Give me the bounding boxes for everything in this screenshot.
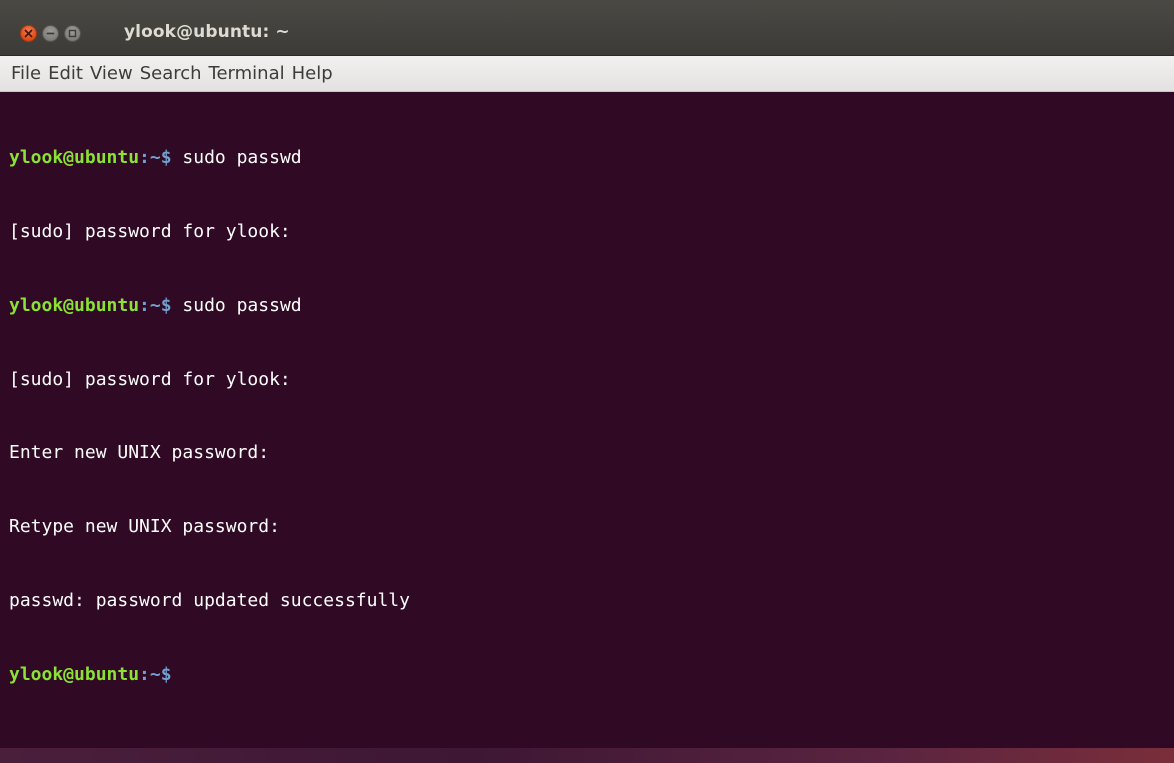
prompt-user-host: ylook@ubuntu	[9, 663, 140, 685]
menu-search[interactable]: Search	[140, 63, 202, 84]
output-text: passwd: password updated successfully	[9, 589, 410, 611]
terminal-line: ylook@ubuntu:~$ sudo passwd	[9, 146, 1174, 171]
prompt-symbol: $	[160, 147, 172, 169]
output-text: Enter new UNIX password:	[9, 442, 270, 464]
command-text: sudo passwd	[171, 147, 302, 169]
terminal-line: [sudo] password for ylook:	[9, 368, 1174, 393]
minimize-icon	[46, 29, 55, 38]
maximize-icon	[68, 29, 77, 38]
terminal-line: ylook@ubuntu:~$ sudo passwd	[9, 294, 1174, 319]
prompt-path: :~	[139, 294, 161, 316]
terminal-line: Enter new UNIX password:	[9, 441, 1174, 466]
prompt-user-host: ylook@ubuntu	[9, 147, 140, 169]
terminal-output[interactable]: ylook@ubuntu:~$ sudo passwd [sudo] passw…	[0, 92, 1174, 748]
title-bar[interactable]: ylook@ubuntu: ~	[0, 0, 1174, 56]
terminal-window: ylook@ubuntu: ~ File Edit View Search Te…	[0, 0, 1174, 763]
terminal-line: [sudo] password for ylook:	[9, 220, 1174, 245]
prompt-user-host: ylook@ubuntu	[9, 294, 140, 316]
terminal-line: ylook@ubuntu:~$	[9, 663, 1174, 688]
menu-help[interactable]: Help	[292, 63, 333, 84]
output-text: Retype new UNIX password:	[9, 516, 280, 538]
menu-terminal[interactable]: Terminal	[209, 63, 285, 84]
terminal-line: Retype new UNIX password:	[9, 515, 1174, 540]
maximize-button[interactable]	[64, 25, 81, 42]
close-icon	[24, 29, 33, 38]
menu-view[interactable]: View	[90, 63, 133, 84]
menu-bar: File Edit View Search Terminal Help	[0, 56, 1174, 92]
close-button[interactable]	[20, 25, 37, 42]
prompt-symbol: $	[160, 663, 172, 685]
minimize-button[interactable]	[42, 25, 59, 42]
output-text: [sudo] password for ylook:	[9, 368, 291, 390]
desktop-background-strip	[0, 748, 1174, 763]
prompt-symbol: $	[160, 294, 172, 316]
command-text: sudo passwd	[171, 294, 302, 316]
menu-file[interactable]: File	[11, 63, 41, 84]
prompt-path: :~	[139, 663, 161, 685]
output-text: [sudo] password for ylook:	[9, 220, 291, 242]
menu-edit[interactable]: Edit	[48, 63, 83, 84]
prompt-path: :~	[139, 147, 161, 169]
terminal-line: passwd: password updated successfully	[9, 589, 1174, 614]
window-title: ylook@ubuntu: ~	[124, 22, 290, 42]
